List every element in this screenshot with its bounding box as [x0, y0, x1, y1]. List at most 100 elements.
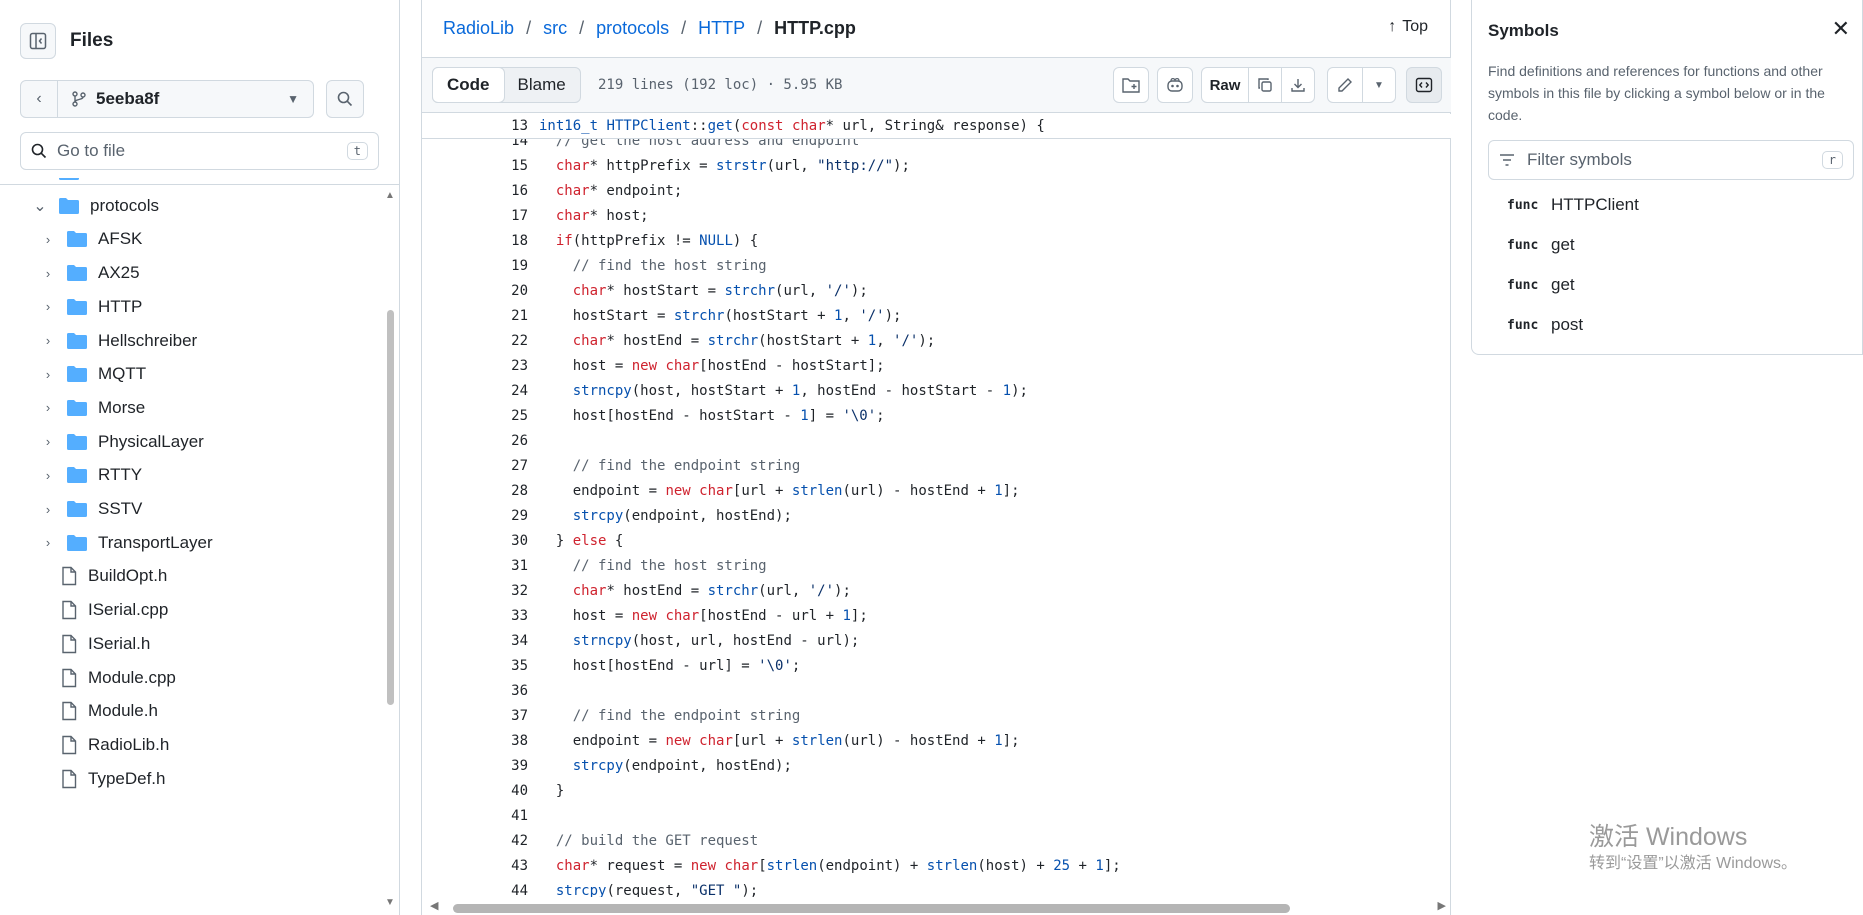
code-line[interactable]: 18 if(httpPrefix != NULL) {: [422, 228, 1451, 253]
copilot-button[interactable]: [1157, 67, 1193, 103]
horizontal-scrollbar[interactable]: ◀ ▶: [430, 899, 1446, 915]
line-number[interactable]: 16: [422, 183, 528, 199]
line-number[interactable]: 37: [422, 708, 528, 724]
code-line[interactable]: 17 char* host;: [422, 203, 1451, 228]
chevron-right-icon[interactable]: ›: [42, 502, 54, 517]
code-line[interactable]: 33 host = new char[hostEnd - url + 1];: [422, 603, 1451, 628]
line-number[interactable]: 22: [422, 333, 528, 349]
top-button[interactable]: ↑ Top: [1388, 18, 1428, 36]
code-line[interactable]: 27 // find the endpoint string: [422, 453, 1451, 478]
code-line[interactable]: 43 char* request = new char[strlen(endpo…: [422, 853, 1451, 878]
code-line[interactable]: 42 // build the GET request: [422, 828, 1451, 853]
code-line[interactable]: 21 hostStart = strchr(hostStart + 1, '/'…: [422, 303, 1451, 328]
code-line[interactable]: 29 strcpy(endpoint, hostEnd);: [422, 503, 1451, 528]
tab-blame[interactable]: Blame: [504, 68, 580, 102]
chevron-right-icon[interactable]: ›: [42, 266, 54, 281]
scroll-right-arrow[interactable]: ▶: [1438, 899, 1446, 912]
chevron-right-icon[interactable]: ›: [42, 299, 54, 314]
copy-raw-button[interactable]: [1248, 67, 1282, 103]
chevron-right-icon[interactable]: ›: [42, 367, 54, 382]
symbol-item[interactable]: func post: [1507, 310, 1583, 340]
code-line[interactable]: 36: [422, 678, 1451, 703]
chevron-right-icon[interactable]: ›: [42, 535, 54, 550]
search-files-button[interactable]: [326, 80, 364, 118]
code-line[interactable]: 44 strcpy(request, "GET ");: [422, 878, 1451, 898]
code-line[interactable]: 34 strncpy(host, url, hostEnd - url);: [422, 628, 1451, 653]
code-line[interactable]: 28 endpoint = new char[url + strlen(url)…: [422, 478, 1451, 503]
line-number[interactable]: 36: [422, 683, 528, 699]
add-file-button[interactable]: [1113, 67, 1149, 103]
line-number[interactable]: 39: [422, 758, 528, 774]
horizontal-scroll-thumb[interactable]: [453, 904, 1290, 913]
line-number[interactable]: 25: [422, 408, 528, 424]
edit-dropdown-button[interactable]: ▼: [1362, 67, 1396, 103]
code-line[interactable]: 26: [422, 428, 1451, 453]
code-line[interactable]: 19 // find the host string: [422, 253, 1451, 278]
code-line[interactable]: 35 host[hostEnd - url] = '\0';: [422, 653, 1451, 678]
line-number[interactable]: 23: [422, 358, 528, 374]
chevron-right-icon[interactable]: ›: [42, 434, 54, 449]
line-number[interactable]: 20: [422, 283, 528, 299]
code-line[interactable]: 39 strcpy(endpoint, hostEnd);: [422, 753, 1451, 778]
line-number[interactable]: 28: [422, 483, 528, 499]
code-line[interactable]: 15 char* httpPrefix = strstr(url, "http:…: [422, 153, 1451, 178]
breadcrumb-http[interactable]: HTTP: [698, 18, 745, 39]
symbol-item[interactable]: func get: [1507, 230, 1575, 260]
symbols-toggle-button[interactable]: [1406, 67, 1442, 103]
line-number[interactable]: 15: [422, 158, 528, 174]
filter-symbols-input[interactable]: Filter symbols r: [1488, 140, 1854, 180]
line-number[interactable]: 32: [422, 583, 528, 599]
edit-button[interactable]: [1327, 67, 1363, 103]
breadcrumb-repo[interactable]: RadioLib: [443, 18, 514, 39]
line-number[interactable]: 33: [422, 608, 528, 624]
line-number[interactable]: 30: [422, 533, 528, 549]
back-button[interactable]: ‹: [20, 80, 58, 118]
breadcrumb-src[interactable]: src: [543, 18, 567, 39]
line-number[interactable]: 44: [422, 883, 528, 898]
chevron-right-icon[interactable]: ›: [42, 232, 54, 247]
tree-scrollbar[interactable]: [387, 310, 394, 705]
code-line[interactable]: 23 host = new char[hostEnd - hostStart];: [422, 353, 1451, 378]
code-line[interactable]: 31 // find the host string: [422, 553, 1451, 578]
chevron-right-icon[interactable]: ›: [42, 468, 54, 483]
line-number[interactable]: 24: [422, 383, 528, 399]
chevron-down-icon[interactable]: ⌄: [33, 196, 46, 216]
line-number[interactable]: 34: [422, 633, 528, 649]
scroll-down-arrow[interactable]: ▼: [385, 897, 395, 908]
code-line[interactable]: 20 char* hostStart = strchr(url, '/');: [422, 278, 1451, 303]
scroll-up-arrow[interactable]: ▲: [385, 190, 395, 201]
sticky-header-line[interactable]: 13 int16_t HTTPClient::get(const char* u…: [422, 114, 1451, 139]
line-number[interactable]: 29: [422, 508, 528, 524]
raw-button[interactable]: Raw: [1201, 67, 1249, 103]
tree-file-item[interactable]: TypeDef.h: [0, 759, 370, 799]
code-line[interactable]: 30 } else {: [422, 528, 1451, 553]
code-line[interactable]: 38 endpoint = new char[url + strlen(url)…: [422, 728, 1451, 753]
symbol-item[interactable]: func HTTPClient: [1507, 190, 1639, 220]
code-line[interactable]: 40 }: [422, 778, 1451, 803]
code-line[interactable]: 16 char* endpoint;: [422, 178, 1451, 203]
line-number[interactable]: 27: [422, 458, 528, 474]
chevron-down-icon[interactable]: ⌄: [33, 178, 46, 182]
scroll-left-arrow[interactable]: ◀: [430, 899, 438, 912]
line-number[interactable]: 13: [422, 118, 528, 134]
line-number[interactable]: 17: [422, 208, 528, 224]
line-number[interactable]: 43: [422, 858, 528, 874]
code-line[interactable]: 22 char* hostEnd = strchr(hostStart + 1,…: [422, 328, 1451, 353]
breadcrumb-protocols[interactable]: protocols: [596, 18, 669, 39]
line-number[interactable]: 18: [422, 233, 528, 249]
branch-selector[interactable]: 5eeba8f ▼: [58, 80, 314, 118]
go-to-file-input[interactable]: Go to file t: [20, 132, 379, 170]
line-number[interactable]: 31: [422, 558, 528, 574]
line-number[interactable]: 42: [422, 833, 528, 849]
collapse-sidebar-button[interactable]: [20, 23, 56, 59]
tab-code[interactable]: Code: [432, 67, 505, 103]
chevron-right-icon[interactable]: ›: [42, 333, 54, 348]
close-icon[interactable]: ✕: [1832, 16, 1850, 42]
symbol-item[interactable]: func get: [1507, 270, 1575, 300]
code-line[interactable]: 24 strncpy(host, hostStart + 1, hostEnd …: [422, 378, 1451, 403]
download-button[interactable]: [1281, 67, 1315, 103]
line-number[interactable]: 35: [422, 658, 528, 674]
line-number[interactable]: 38: [422, 733, 528, 749]
code-line[interactable]: 41: [422, 803, 1451, 828]
code-line[interactable]: 37 // find the endpoint string: [422, 703, 1451, 728]
